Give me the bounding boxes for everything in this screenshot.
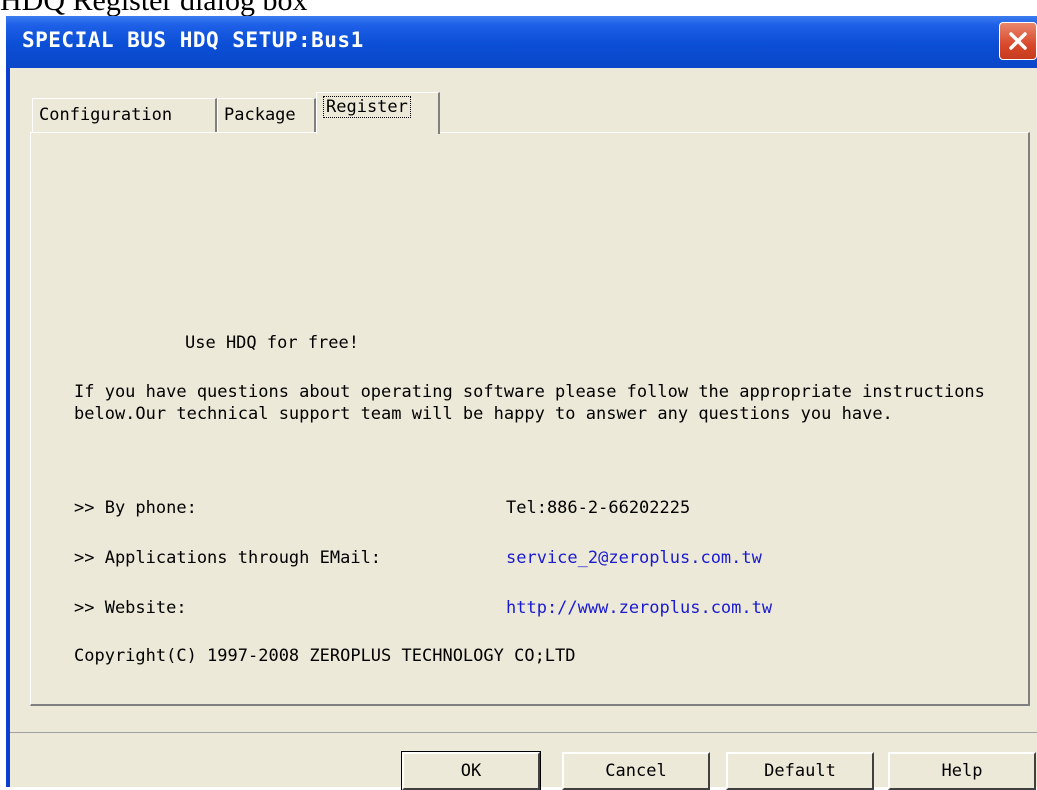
close-icon — [1009, 32, 1027, 50]
tab-configuration[interactable]: Configuration — [32, 98, 217, 132]
email-label: >> Applications through EMail: — [74, 548, 382, 568]
cancel-button[interactable]: Cancel — [562, 752, 710, 790]
dialog-window: SPECIAL BUS HDQ SETUP:Bus1 Configuration… — [6, 16, 1037, 790]
phone-label: >> By phone: — [74, 498, 197, 518]
dialog-client: Configuration Package Register Use HDQ f… — [10, 68, 1037, 790]
default-button[interactable]: Default — [726, 752, 874, 790]
title-bar[interactable]: SPECIAL BUS HDQ SETUP:Bus1 — [6, 16, 1037, 68]
page-caption: HDQ Register dialog box — [0, 0, 308, 17]
website-link[interactable]: http://www.zeroplus.com.tw — [506, 597, 772, 619]
tab-register[interactable]: Register — [316, 92, 440, 134]
tab-register-label: Register — [323, 96, 411, 118]
email-link[interactable]: service_2@zeroplus.com.tw — [506, 547, 762, 569]
close-button[interactable] — [999, 22, 1037, 60]
website-label: >> Website: — [74, 598, 187, 618]
intro-text: If you have questions about operating so… — [74, 382, 985, 424]
copyright-text: Copyright(C) 1997-2008 ZEROPLUS TECHNOLO… — [74, 646, 576, 666]
tab-package[interactable]: Package — [217, 98, 316, 132]
headline: Use HDQ for free! — [185, 333, 359, 353]
ok-button[interactable]: OK — [401, 751, 541, 790]
phone-value: Tel:886-2-66202225 — [506, 498, 691, 518]
help-button[interactable]: Help — [888, 752, 1036, 790]
window-title: SPECIAL BUS HDQ SETUP:Bus1 — [22, 28, 364, 52]
button-separator — [10, 732, 1037, 733]
register-panel: Use HDQ for free! If you have questions … — [30, 132, 1030, 706]
